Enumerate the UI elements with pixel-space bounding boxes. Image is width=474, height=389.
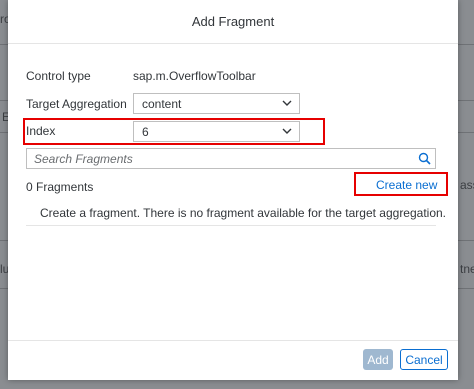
search-icon xyxy=(418,152,431,165)
search-fragments-input[interactable]: Search Fragments xyxy=(26,148,436,169)
index-select[interactable]: 6 xyxy=(133,121,300,142)
cancel-button[interactable]: Cancel xyxy=(400,349,448,370)
search-placeholder: Search Fragments xyxy=(34,152,133,166)
control-type-label: Control type xyxy=(26,69,91,83)
dialog-header: Add Fragment xyxy=(8,0,458,44)
target-aggregation-label: Target Aggregation xyxy=(26,97,127,111)
dialog-title: Add Fragment xyxy=(191,14,275,29)
index-value: 6 xyxy=(142,125,149,139)
target-aggregation-value: content xyxy=(142,97,182,111)
background-text: asse xyxy=(460,178,474,192)
add-button[interactable]: Add xyxy=(363,349,393,370)
target-aggregation-select[interactable]: content xyxy=(133,93,300,114)
list-divider xyxy=(26,225,436,226)
chevron-down-icon[interactable] xyxy=(281,97,293,109)
background-text: tne xyxy=(460,262,474,276)
search-button[interactable] xyxy=(413,149,435,168)
index-label: Index xyxy=(26,124,56,138)
empty-list-message: Create a fragment. There is no fragment … xyxy=(40,206,447,220)
add-fragment-dialog: Add Fragment Control type sap.m.Overflow… xyxy=(8,0,458,380)
chevron-down-icon[interactable] xyxy=(281,125,293,137)
fragments-count: 0 Fragments xyxy=(26,180,94,194)
create-new-link[interactable]: Create new xyxy=(376,178,437,192)
control-type-value: sap.m.OverflowToolbar xyxy=(133,69,256,83)
